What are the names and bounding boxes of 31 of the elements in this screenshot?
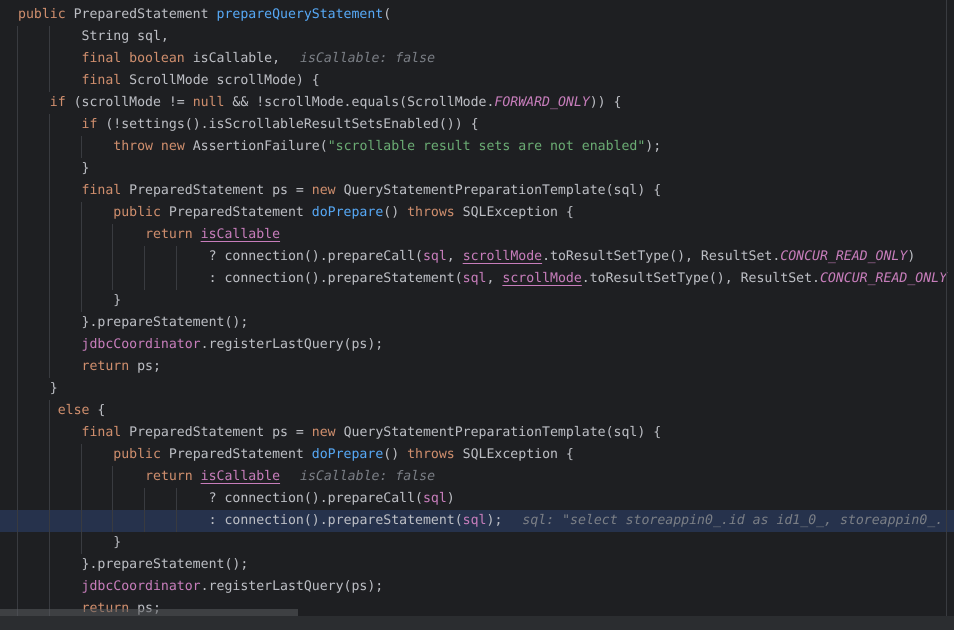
code-line: if (scrollMode != null && !scrollMode.equals(ScrollMode.FORWARD_ONLY)) { — [50, 95, 622, 110]
code-line: jdbcCoordinator.registerLastQuery(ps); — [82, 579, 384, 594]
code-line: return ps; — [82, 601, 161, 616]
code-line: final boolean isCallable, — [82, 51, 280, 66]
code-line: final ScrollMode scrollMode) { — [82, 73, 320, 88]
code-line: ? connection().prepareCall(sql) — [208, 491, 455, 506]
code-line: } — [82, 161, 90, 176]
code-line: : connection().prepareStatement(sql); — [208, 513, 502, 528]
code-line: ? connection().prepareCall(sql, scrollMode.toResultSetType(), ResultSet.CONCUR_READ_ONLY) — [208, 249, 916, 264]
code-line: public PreparedStatement prepareQueryStatement( — [18, 7, 392, 22]
code-line: return isCallable — [145, 227, 280, 242]
inlay-hint: isCallable: false — [300, 51, 436, 66]
code-line: jdbcCoordinator.registerLastQuery(ps); — [82, 337, 384, 352]
code-line: return isCallable — [145, 469, 280, 484]
code-line: } — [50, 381, 58, 396]
code-line: return ps; — [82, 359, 161, 374]
code-line: } — [113, 293, 122, 308]
code-line: else { — [58, 403, 106, 418]
code-line: final PreparedStatement ps = new QueryStatementPreparationTemplate(sql) { — [82, 425, 662, 440]
code-line: }.prepareStatement(); — [82, 315, 248, 330]
code-line: : connection().prepareStatement(sql, scrollMode.toResultSetType(), ResultSet.CONCUR_READ_ONLY — [208, 271, 948, 286]
code-line: String sql, — [82, 29, 169, 44]
code-line: } — [113, 535, 122, 550]
inlay-hint: isCallable: false — [300, 469, 436, 484]
inlay-hint: sql: "select storeappin0_.id as id1_0_, storeappin0_. — [522, 513, 944, 528]
code-line: public PreparedStatement doPrepare() throws SQLException { — [113, 205, 574, 220]
code-line: throw new AssertionFailure("scrollable result sets are not enabled"); — [113, 139, 662, 154]
code-line: }.prepareStatement(); — [82, 557, 248, 572]
code-line: if (!settings().isScrollableResultSetsEnabled()) { — [82, 117, 479, 132]
code-line: final PreparedStatement ps = new QueryStatementPreparationTemplate(sql) { — [82, 183, 662, 198]
code-line: public PreparedStatement doPrepare() throws SQLException { — [113, 447, 574, 462]
